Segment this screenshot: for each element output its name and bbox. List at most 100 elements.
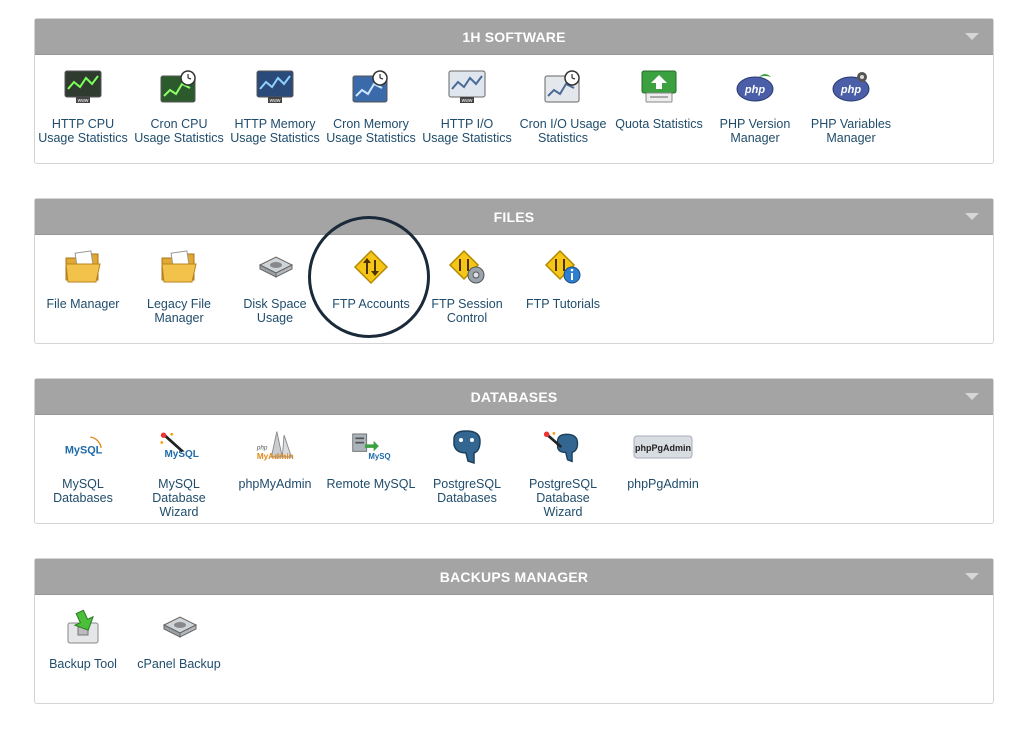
- panel-databases: DATABASES MySQL MySQL Databases MySQL My…: [34, 378, 994, 524]
- item-backup-tool[interactable]: Backup Tool: [37, 595, 129, 671]
- item-label: Backup Tool: [49, 657, 117, 671]
- panel-items: www HTTP CPU Usage Statistics Cron CPU U…: [35, 55, 993, 199]
- item-file-manager[interactable]: File Manager: [37, 235, 129, 311]
- item-postgresql-database-wizard[interactable]: PostgreSQL Database Wizard: [517, 415, 609, 519]
- item-phppgadmin[interactable]: phpPgAdmin phpPgAdmin: [613, 415, 713, 491]
- panel-items: MySQL MySQL Databases MySQL MySQL Databa…: [35, 415, 993, 559]
- item-mysql-databases[interactable]: MySQL MySQL Databases: [37, 415, 129, 505]
- panel-title: BACKUPS MANAGER: [439, 568, 589, 585]
- item-http-memory-usage-statistics[interactable]: www HTTP Memory Usage Statistics: [229, 55, 321, 145]
- svg-text:php: php: [840, 84, 861, 96]
- php-icon: php: [735, 67, 775, 107]
- panel-header-backups-manager[interactable]: BACKUPS MANAGER: [35, 559, 993, 595]
- item-cpanel-backup[interactable]: cPanel Backup: [133, 595, 225, 671]
- item-http-io-usage-statistics[interactable]: www HTTP I/O Usage Statistics: [421, 55, 513, 145]
- item-label: PHP Variables Manager: [810, 117, 892, 145]
- item-disk-space-usage[interactable]: Disk Space Usage: [229, 235, 321, 325]
- item-label: PHP Version Manager: [719, 117, 791, 145]
- remote-mysql-icon: MySQL: [351, 427, 391, 467]
- item-cron-io-usage-statistics[interactable]: Cron I/O Usage Statistics: [517, 55, 609, 145]
- chart-clock-icon: [543, 67, 583, 107]
- backup-tool-icon: [63, 607, 103, 647]
- item-http-cpu-usage-statistics[interactable]: www HTTP CPU Usage Statistics: [37, 55, 129, 145]
- item-label: PostgreSQL Databases: [432, 477, 502, 505]
- svg-text:php: php: [744, 84, 765, 96]
- phpmyadmin-icon: php MyAdmin: [255, 427, 295, 467]
- item-ftp-session-control[interactable]: FTP Session Control: [421, 235, 513, 325]
- item-label: Disk Space Usage: [243, 297, 307, 325]
- chart-clock-icon: [159, 67, 199, 107]
- folder-icon: [159, 247, 199, 287]
- php-icon: php: [831, 67, 871, 107]
- item-label: Cron Memory Usage Statistics: [326, 117, 416, 145]
- item-label: Legacy File Manager: [147, 297, 211, 325]
- panel-1h-software: 1H SOFTWARE www HTTP CPU Usage Statistic…: [34, 18, 994, 164]
- item-label: phpPgAdmin: [627, 477, 699, 491]
- ftp-tutorials-icon: [543, 247, 583, 287]
- item-label: Remote MySQL: [326, 477, 416, 491]
- item-ftp-tutorials[interactable]: FTP Tutorials: [517, 235, 609, 311]
- quota-icon: [639, 67, 679, 107]
- chart-www-icon: www: [255, 67, 295, 107]
- phppgadmin-icon: phpPgAdmin: [633, 427, 693, 467]
- postgresql-icon: [447, 427, 487, 467]
- svg-text:www: www: [462, 98, 473, 104]
- mysql-wizard-icon: MySQL: [159, 427, 199, 467]
- panel-items: File Manager Legacy File Manager Disk Sp…: [35, 235, 993, 379]
- item-remote-mysql[interactable]: MySQL Remote MySQL: [325, 415, 417, 491]
- panel-items: Backup Tool cPanel Backup: [35, 595, 993, 739]
- item-mysql-database-wizard[interactable]: MySQL MySQL Database Wizard: [133, 415, 225, 519]
- ftp-accounts-icon: [351, 247, 391, 287]
- item-legacy-file-manager[interactable]: Legacy File Manager: [133, 235, 225, 325]
- collapse-arrow-icon[interactable]: [965, 573, 979, 580]
- panel-title: FILES: [493, 208, 535, 225]
- panel-title: DATABASES: [470, 388, 558, 405]
- svg-text:MyAdmin: MyAdmin: [257, 452, 294, 461]
- item-label: MySQL Database Wizard: [152, 477, 206, 519]
- panel-backups-manager: BACKUPS MANAGER Backup Tool cPanel Backu…: [34, 558, 994, 704]
- item-label: FTP Accounts: [332, 297, 410, 311]
- item-cron-cpu-usage-statistics[interactable]: Cron CPU Usage Statistics: [133, 55, 225, 145]
- collapse-arrow-icon[interactable]: [965, 393, 979, 400]
- item-ftp-accounts[interactable]: FTP Accounts: [325, 235, 417, 311]
- panel-files: FILES File Manager Legacy File Manager D…: [34, 198, 994, 344]
- svg-text:www: www: [78, 98, 89, 104]
- item-label: Cron I/O Usage Statistics: [519, 117, 607, 145]
- collapse-arrow-icon[interactable]: [965, 33, 979, 40]
- item-label: PostgreSQL Database Wizard: [528, 477, 598, 519]
- mysql-icon: MySQL: [63, 427, 103, 467]
- item-label: HTTP I/O Usage Statistics: [422, 117, 512, 145]
- item-label: FTP Session Control: [431, 297, 503, 325]
- disk-icon: [159, 607, 199, 647]
- item-quota-statistics[interactable]: Quota Statistics: [613, 55, 705, 131]
- item-cron-memory-usage-statistics[interactable]: Cron Memory Usage Statistics: [325, 55, 417, 145]
- panel-header-files[interactable]: FILES: [35, 199, 993, 235]
- item-label: MySQL Databases: [53, 477, 113, 505]
- item-label: FTP Tutorials: [525, 297, 601, 311]
- item-postgresql-databases[interactable]: PostgreSQL Databases: [421, 415, 513, 505]
- item-label: HTTP CPU Usage Statistics: [38, 117, 128, 145]
- disk-icon: [255, 247, 295, 287]
- item-label: phpMyAdmin: [238, 477, 312, 491]
- item-label: Cron CPU Usage Statistics: [134, 117, 224, 145]
- chart-www-icon: www: [447, 67, 487, 107]
- item-php-version-manager[interactable]: php PHP Version Manager: [709, 55, 801, 145]
- item-phpmyadmin[interactable]: php MyAdmin phpMyAdmin: [229, 415, 321, 491]
- svg-text:MySQL: MySQL: [368, 452, 391, 461]
- item-label: cPanel Backup: [137, 657, 221, 671]
- svg-text:www: www: [270, 98, 281, 104]
- svg-text:MySQL: MySQL: [65, 444, 103, 456]
- panel-header-databases[interactable]: DATABASES: [35, 379, 993, 415]
- ftp-session-icon: [447, 247, 487, 287]
- chart-www-icon: www: [63, 67, 103, 107]
- svg-text:php: php: [256, 445, 268, 452]
- item-php-variables-manager[interactable]: php PHP Variables Manager: [805, 55, 897, 145]
- collapse-arrow-icon[interactable]: [965, 213, 979, 220]
- panel-header-1h-software[interactable]: 1H SOFTWARE: [35, 19, 993, 55]
- item-label: Quota Statistics: [615, 117, 703, 131]
- item-label: File Manager: [46, 297, 120, 311]
- postgresql-wizard-icon: [543, 427, 583, 467]
- folder-icon: [63, 247, 103, 287]
- panel-title: 1H SOFTWARE: [462, 28, 566, 45]
- item-label: HTTP Memory Usage Statistics: [230, 117, 320, 145]
